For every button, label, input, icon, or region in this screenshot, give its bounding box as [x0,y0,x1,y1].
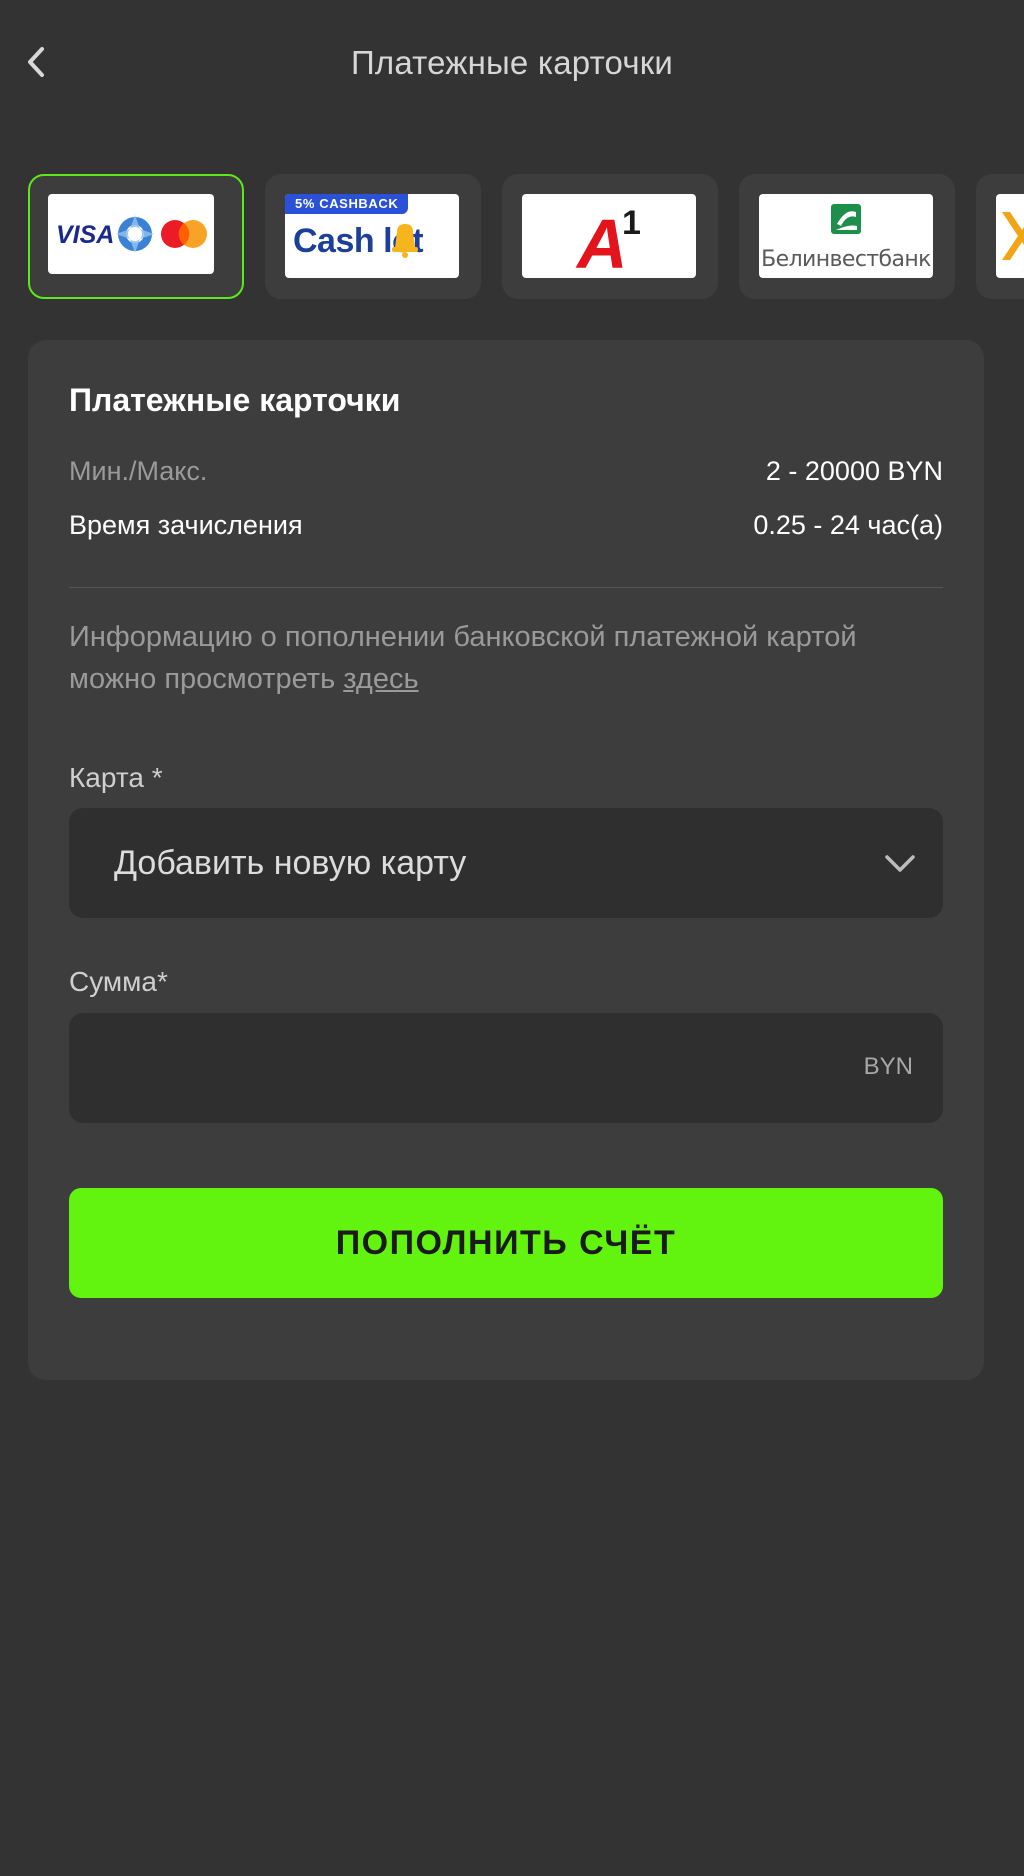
info-text: Информацию о пополнении банковской плате… [69,616,943,700]
partial-logo [996,194,1024,278]
a1-letter: A [575,205,628,278]
amount-input[interactable] [113,1039,817,1099]
a1-logo: A 1 [522,194,696,278]
card-title: Платежные карточки [69,382,401,418]
amount-field-label: Сумма* [69,966,168,997]
divider [69,587,943,588]
page-title: Платежные карточки [350,44,674,81]
info-text-body: Информацию о пополнении банковской плате… [69,621,857,695]
processing-time-label: Время зачисления [69,510,303,540]
card-select[interactable]: Добавить новую карту [69,808,943,918]
method-tile-partial[interactable] [976,174,1024,299]
processing-time-row: Время зачисления 0.25 - 24 час(а) [69,510,943,550]
amount-field[interactable]: BYN [69,1013,943,1123]
payment-method-strip[interactable]: VISA 5% CASHBACK Cash lot A 1 Белинвестб… [28,174,1024,302]
belinvestbank-logo: Белинвестбанк [759,194,933,278]
limits-row: Мин./Макс. 2 - 20000 BYN [69,456,943,496]
chevron-down-icon [885,855,915,872]
limits-label: Мин./Макс. [69,456,208,486]
method-tile-belinvestbank[interactable]: Белинвестбанк [739,174,955,299]
card-field-label: Карта * [69,762,163,793]
info-link[interactable]: здесь [343,663,418,695]
card-select-value: Добавить новую карту [114,844,467,882]
mastercard-icon [161,220,207,248]
belinvestbank-wordmark: Белинвестбанк [761,247,931,272]
payment-form-card: Платежные карточки Мин./Макс. 2 - 20000 … [28,340,984,1380]
method-tile-visa-mastercard[interactable]: VISA [28,174,244,299]
visa-mastercard-logo: VISA [48,194,214,274]
bell-icon [392,224,418,258]
method-tile-a1[interactable]: A 1 [502,174,718,299]
partial-logo-mark-icon [1002,212,1024,260]
deposit-button[interactable]: ПОПОЛНИТЬ СЧЁТ [69,1188,943,1298]
cashalot-logo: 5% CASHBACK Cash lot [285,194,459,278]
visa-wordmark: VISA [56,221,114,249]
top-bar: Платежные карточки [0,0,1024,128]
limits-value: 2 - 20000 BYN [765,456,943,486]
amount-currency: BYN [863,1053,913,1080]
a1-superscript: 1 [622,204,641,242]
belkart-star-icon [116,215,154,253]
processing-time-value: 0.25 - 24 час(а) [753,510,943,540]
method-tile-cashalot[interactable]: 5% CASHBACK Cash lot [265,174,481,299]
